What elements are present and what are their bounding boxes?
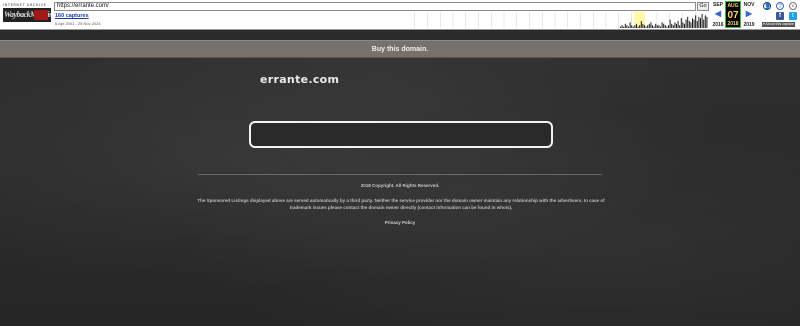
capture-bar [703, 19, 705, 28]
capture-bar [666, 26, 668, 28]
url-input[interactable]: https://errante.com/ [54, 2, 696, 11]
capture-bar [631, 25, 633, 28]
capture-bar [632, 26, 634, 28]
capture-bar [620, 26, 621, 28]
current-year: 2018 [727, 21, 739, 27]
next-arrow-icon[interactable]: ▶ [741, 9, 757, 18]
capture-bar [647, 25, 649, 28]
next-month: NOV [743, 2, 755, 8]
capture-bar [680, 18, 682, 28]
capture-bar [658, 25, 660, 28]
about-capture-link[interactable]: ▾ About this capture [762, 22, 795, 27]
capture-bar [687, 16, 689, 28]
footer-divider [198, 174, 602, 175]
capture-bar [669, 19, 671, 28]
capture-bar [640, 21, 642, 28]
disclaimer-text: The Sponsored Listings displayed above a… [197, 198, 605, 210]
capture-bar [677, 21, 679, 28]
logo-red-block [34, 10, 48, 20]
buy-domain-banner[interactable]: Buy this domain. [0, 40, 800, 58]
capture-bar [661, 22, 663, 28]
next-year: 2019 [743, 22, 755, 28]
capture-bar [655, 23, 657, 28]
capture-bar [660, 26, 661, 28]
capture-bar [653, 26, 655, 28]
capture-bar [624, 23, 626, 28]
capture-bar [684, 23, 685, 28]
help-icon[interactable]: ? [776, 2, 784, 10]
twitter-icon[interactable]: t [789, 12, 797, 20]
capture-bar [623, 26, 625, 28]
capture-bar [642, 23, 644, 28]
facebook-icon[interactable]: f [776, 12, 784, 20]
capture-sparkline[interactable] [402, 12, 708, 28]
copyright-text: 2018 Copyright. All Rights Reserved. [360, 183, 440, 188]
capture-bar [671, 23, 673, 28]
capture-bar [676, 23, 677, 28]
chalkboard-background [0, 58, 800, 326]
capture-bar [706, 16, 708, 28]
capture-bar [629, 22, 631, 28]
capture-bar [672, 25, 674, 28]
logo-top-text: INTERNET ARCHIVE [3, 3, 47, 7]
capture-bar [634, 25, 636, 28]
capture-bar [650, 22, 652, 28]
next-capture[interactable]: NOV ▶ 2019 [741, 1, 757, 28]
capture-bar [685, 19, 687, 28]
close-icon[interactable]: × [789, 2, 797, 10]
wayback-icons: 👤 ? × f t ▾ About this capture [762, 2, 798, 28]
capture-bar [621, 25, 623, 28]
capture-bar [663, 23, 665, 28]
logo-main: WaybackMachine [3, 8, 51, 22]
capture-bar [679, 25, 681, 28]
capture-bar [668, 25, 669, 28]
capture-bar [693, 19, 695, 28]
capture-bar [656, 25, 658, 28]
capture-bar [690, 22, 692, 28]
current-day: 07 [727, 10, 739, 21]
wayback-logo[interactable]: INTERNET ARCHIVE WaybackMachine [3, 3, 51, 25]
current-month: AUG [727, 3, 739, 9]
capture-bar [692, 18, 693, 28]
capture-bar [636, 23, 637, 28]
capture-bar [695, 15, 697, 28]
domain-title: errante.com [260, 73, 340, 86]
go-button[interactable]: Go [697, 2, 709, 11]
capture-bar [645, 26, 647, 28]
prev-capture[interactable]: SEP ◀ 2016 [710, 1, 726, 28]
capture-bar [688, 21, 690, 28]
current-capture: AUG 07 2018 [725, 1, 741, 28]
capture-bar [664, 25, 666, 28]
capture-bar [648, 23, 650, 28]
capture-bar [682, 22, 684, 28]
privacy-policy-link[interactable]: Privacy Policy [0, 220, 800, 225]
capture-bar [701, 14, 703, 28]
prev-year: 2016 [712, 22, 724, 28]
capture-bar [628, 26, 629, 28]
capture-bar [644, 25, 645, 28]
capture-bar [652, 25, 653, 28]
capture-bar [674, 22, 676, 28]
capture-bar [626, 25, 628, 28]
capture-bar [696, 21, 698, 28]
capture-bar [704, 15, 706, 28]
capture-bar [700, 18, 701, 28]
user-icon[interactable]: 👤 [763, 2, 771, 10]
search-input[interactable] [249, 121, 553, 148]
capture-bar [639, 25, 641, 28]
wayback-toolbar: INTERNET ARCHIVE WaybackMachine https://… [0, 0, 800, 30]
capture-bar [637, 26, 639, 28]
captures-link[interactable]: 160 captures [55, 13, 89, 19]
prev-month: SEP [712, 2, 723, 8]
prev-arrow-icon[interactable]: ◀ [710, 9, 726, 18]
capture-date-range: 6 Apr 2001 - 25 Nov 2024 [55, 21, 101, 26]
capture-bar [698, 16, 700, 28]
